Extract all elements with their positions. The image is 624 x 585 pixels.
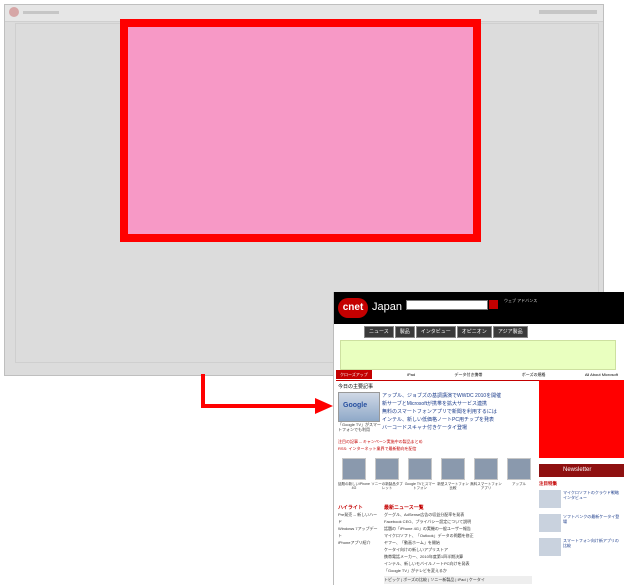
- product-card[interactable]: アップル: [503, 458, 535, 498]
- nav-item[interactable]: ニュース: [364, 326, 394, 338]
- news-list: アップル、ジョブズの基調講演でWWDC 2010を開催 新サーブとMicroso…: [382, 392, 532, 432]
- tab-microsoft[interactable]: All About Microsoft: [581, 370, 622, 379]
- nav-item[interactable]: アジア製品: [492, 326, 528, 338]
- frame-logo: [9, 7, 61, 17]
- product-card[interactable]: 話題の新しいiPhone 4G: [338, 458, 370, 498]
- product-caption: 話題の新しいiPhone 4G: [338, 482, 370, 490]
- banner-ad[interactable]: [340, 340, 616, 370]
- product-caption: Google TVとスマートフォン: [404, 482, 436, 490]
- news-item[interactable]: アップル、ジョブズの基調講演でWWDC 2010を開催: [382, 392, 532, 400]
- product-image: [441, 458, 465, 480]
- sidebar-ad[interactable]: [539, 380, 624, 458]
- news-item[interactable]: 無料のスマートフォンアプリで新聞を利用するには: [382, 408, 532, 416]
- thumbnail-label: Google: [343, 402, 368, 409]
- product-card[interactable]: Google TVとスマートフォン: [404, 458, 436, 498]
- right-item[interactable]: マイクロソフトのクラウド戦略インタビュー: [539, 488, 624, 512]
- site-search-button[interactable]: [489, 300, 498, 309]
- arrow-icon: [201, 374, 333, 414]
- bottom-topic-bar[interactable]: トピック | ボーズの比較 | ソニー新製品 | iPad | ケータイ: [384, 576, 532, 584]
- news-item[interactable]: バーコードスキャナ付きケータイ登場: [382, 424, 532, 432]
- product-caption: 新型スマートフォン比較: [437, 482, 469, 490]
- left-link[interactable]: iPhoneアプリ紹介: [338, 539, 380, 546]
- product-image: [474, 458, 498, 480]
- news-heading: 最新ニュース一覧: [384, 505, 424, 511]
- product-card[interactable]: 無料スマートフォンアプリ: [470, 458, 502, 498]
- product-caption: ソニーの新製品タブレット: [371, 482, 403, 490]
- right-item[interactable]: ソフトバンクの最新ケータイ登場: [539, 512, 624, 536]
- left-link[interactable]: Windows 7アップデート: [338, 525, 380, 539]
- news-line[interactable]: マイクロソフト、「Outlook」データの問題を修正: [384, 532, 532, 539]
- highlighted-ad-region: [120, 19, 481, 242]
- tab-closeup[interactable]: クローズアップ: [336, 370, 372, 379]
- search-note: ウェブ アドバンス: [504, 298, 538, 303]
- thumbnail-caption[interactable]: 「Google TV」がスマートフォンでも利用: [338, 422, 382, 432]
- product-card[interactable]: 新型スマートフォン比較: [437, 458, 469, 498]
- news-line[interactable]: ヤフー、「動画ホーム」を開始: [384, 539, 532, 546]
- news-line[interactable]: グーグル、AdSense広告の収益分配率を発表: [384, 511, 532, 518]
- nav-item[interactable]: 製品: [394, 326, 415, 338]
- left-link[interactable]: Pre発売 -- 新しいハード: [338, 511, 380, 525]
- frame-right-text-placeholder: [539, 10, 597, 14]
- news-thumbnail[interactable]: Google: [338, 392, 380, 422]
- right-item-text: スマートフォン向け新アプリの比較: [563, 538, 619, 548]
- product-image: [408, 458, 432, 480]
- product-caption: アップル: [512, 482, 526, 486]
- news-item[interactable]: インテル、新しい低価格ノートPC用チップを発表: [382, 416, 532, 424]
- tab-data-phone[interactable]: データ付き携帯: [450, 370, 486, 379]
- tab-bose[interactable]: ボーズの規格: [518, 370, 550, 379]
- product-image: [375, 458, 399, 480]
- right-column: 注目特集 マイクロソフトのクラウド戦略インタビュー ソフトバンクの最新ケータイ登…: [539, 480, 624, 560]
- news-item[interactable]: 新サーブとMicrosoftが携帯を拡大サービス連携: [382, 400, 532, 408]
- side-heading: ハイライト: [338, 505, 363, 511]
- website-thumbnail: cnet Japan ウェブ アドバンス ニュース 製品 インタビュー オピニオ…: [333, 292, 624, 585]
- news-line[interactable]: ケータイ向けの新しいアプリストア: [384, 546, 532, 553]
- main-news: Google 「Google TV」がスマートフォンでも利用 アップル、ジョブズ…: [338, 392, 528, 434]
- right-item-text: マイクロソフトのクラウド戦略インタビュー: [563, 490, 619, 500]
- news-line[interactable]: Facebook CEO、プライバシー設定について説明: [384, 518, 532, 525]
- tab-ipad[interactable]: iPad: [403, 370, 419, 379]
- logo-dot-icon: [9, 7, 19, 17]
- logo-text-placeholder: [23, 11, 59, 14]
- site-logo[interactable]: cnet: [338, 298, 368, 318]
- product-caption: 無料スマートフォンアプリ: [470, 482, 502, 490]
- news-line[interactable]: 「Google TV」がテレビを変えるか: [384, 567, 532, 574]
- promo-link[interactable]: 注目の記事 -- キャンペーン実施中の製品まとめ: [338, 438, 534, 445]
- news-line[interactable]: インテル、新しいモバイルノートPC向けを発表: [384, 560, 532, 567]
- newsletter-banner[interactable]: Newsletter: [539, 464, 624, 477]
- right-item[interactable]: スマートフォン向け新アプリの比較: [539, 536, 624, 560]
- left-column: Pre発売 -- 新しいハード Windows 7アップデート iPhoneアプ…: [338, 511, 380, 546]
- product-card[interactable]: ソニーの新製品タブレット: [371, 458, 403, 498]
- nav-item[interactable]: オピニオン: [456, 326, 492, 338]
- product-image: [342, 458, 366, 480]
- news-line[interactable]: 携帯電話メーカー、2010年度第1四半期決算: [384, 553, 532, 560]
- product-image: [507, 458, 531, 480]
- site-tabs: クローズアップ iPad データ付き携帯 ボーズの規格 All About Mi…: [336, 370, 622, 379]
- promo-link[interactable]: RSS: インターネット業界で最新動向を配信: [338, 445, 534, 452]
- right-item-image: [539, 490, 561, 508]
- site-search-input[interactable]: [406, 300, 488, 310]
- site-brand-name: Japan: [372, 301, 402, 313]
- product-strip: 話題の新しいiPhone 4G ソニーの新製品タブレット Google TVとス…: [338, 458, 534, 498]
- right-heading: 注目特集: [539, 481, 557, 486]
- site-header: cnet Japan ウェブ アドバンス: [334, 292, 624, 324]
- top-headline: 今日の主要記事: [338, 384, 374, 390]
- news-line[interactable]: 話題の「iPhone 4G」の実機の一般ユーザー報告: [384, 525, 532, 532]
- site-nav: ニュース 製品 インタビュー オピニオン アジア製品: [364, 326, 528, 338]
- right-item-text: ソフトバンクの最新ケータイ登場: [563, 514, 620, 524]
- nav-item[interactable]: インタビュー: [415, 326, 456, 338]
- right-item-image: [539, 538, 561, 556]
- promo-rows: 注目の記事 -- キャンペーン実施中の製品まとめ RSS: インターネット業界で…: [338, 438, 534, 452]
- news-lines: グーグル、AdSense広告の収益分配率を発表 Facebook CEO、プライ…: [384, 511, 532, 574]
- right-item-image: [539, 514, 561, 532]
